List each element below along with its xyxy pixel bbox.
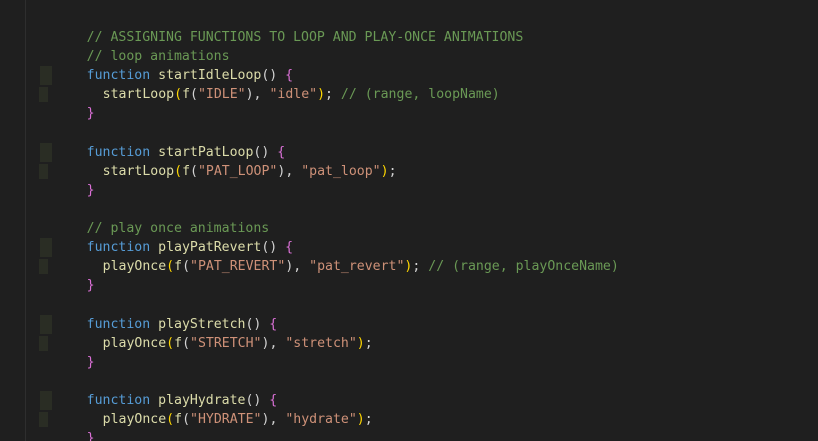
code-area[interactable]: // ASSIGNING FUNCTIONS TO LOOP AND PLAY-…: [39, 9, 818, 441]
function-declaration-line: function playPatRevert() {: [86, 240, 294, 256]
indent-guide: [40, 66, 52, 86]
code-editor[interactable]: // ASSIGNING FUNCTIONS TO LOOP AND PLAY-…: [0, 0, 818, 441]
function-body-line: playOnce(f("HYDRATE"), "hydrate");: [39, 390, 818, 427]
code-line: // ASSIGNING FUNCTIONS TO LOOP AND PLAY-…: [39, 9, 818, 45]
indent-guide: [40, 142, 52, 162]
indent-guide: [40, 314, 52, 334]
function-body-line: playOnce(f("PAT_REVERT"), "pat_revert");…: [39, 238, 818, 274]
brace-highlight: [39, 87, 48, 103]
brace-highlight: [39, 163, 48, 179]
closing-brace-line: }: [39, 162, 818, 198]
brace-highlight: [39, 259, 48, 275]
function-declaration-line: function playHydrate() {: [86, 392, 278, 408]
code-line: // play once animations: [39, 200, 818, 236]
function-body-line: startLoop(f("PAT_LOOP"), "pat_loop");: [39, 142, 818, 179]
indent-guide: [40, 238, 52, 258]
function-body-line: playOnce(f("STRETCH"), "stretch");: [39, 314, 818, 351]
function-declaration-line: function startPatLoop() {: [86, 144, 286, 160]
closing-brace-line: }: [39, 410, 818, 441]
brace-highlight: [39, 411, 48, 427]
function-declaration-line: function playStretch() {: [86, 316, 278, 332]
gutter-divider: [25, 0, 26, 441]
closing-brace-line: }: [39, 85, 818, 121]
indent-guide: [40, 390, 52, 410]
code-line: // loop animations: [39, 28, 818, 64]
function-declaration-line: function startIdleLoop() {: [86, 68, 294, 84]
closing-brace-line: }: [39, 334, 818, 370]
brace-highlight: [39, 335, 48, 351]
function-body-line: startLoop(f("IDLE"), "idle"); // (range,…: [39, 66, 818, 102]
closing-brace-line: }: [39, 257, 818, 293]
